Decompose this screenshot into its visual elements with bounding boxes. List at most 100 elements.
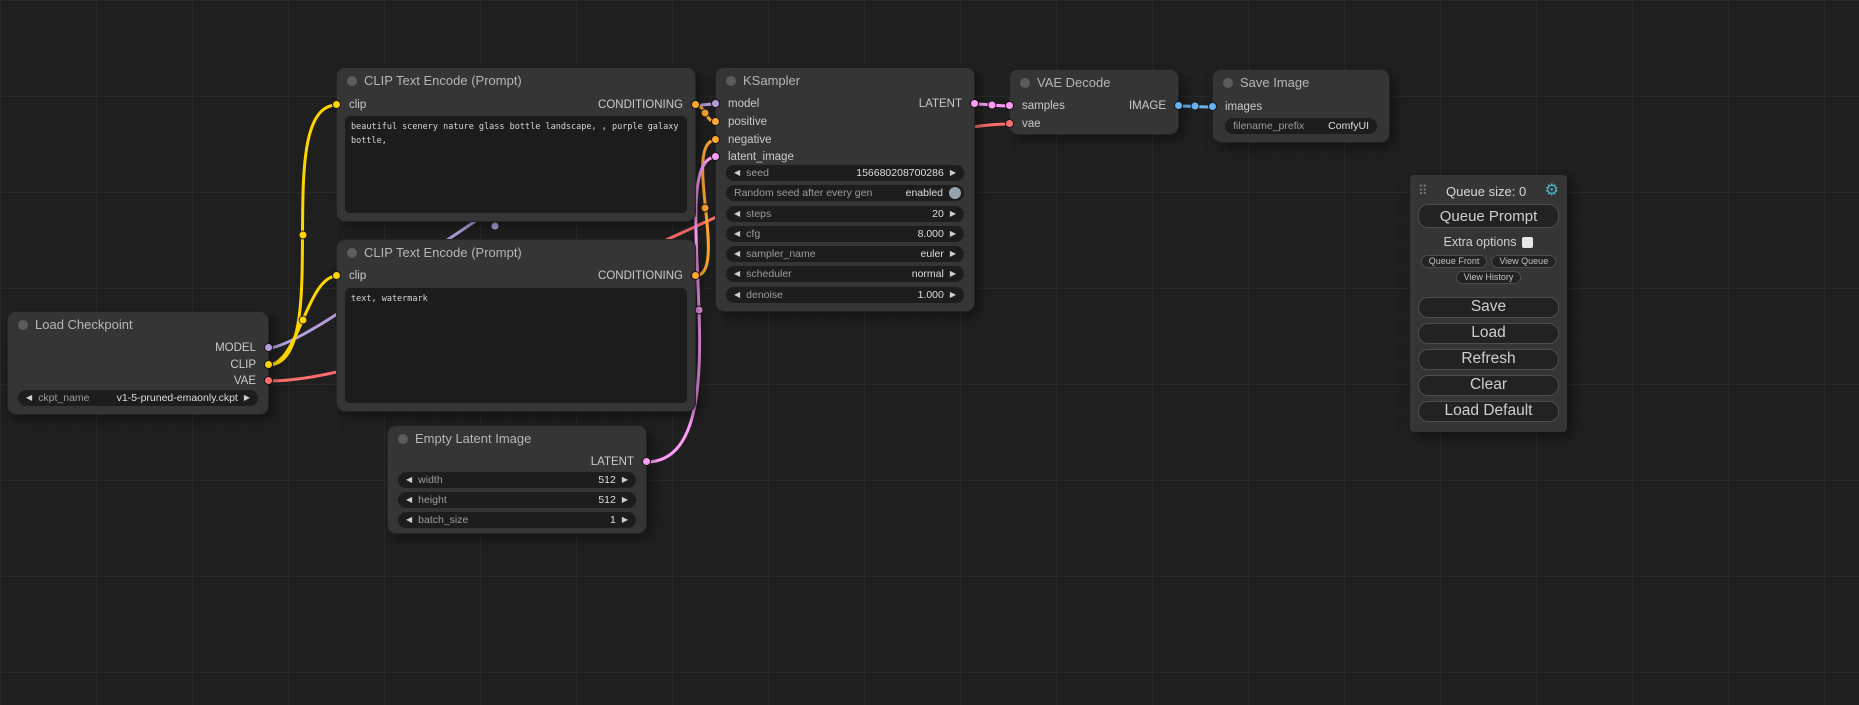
load-default-button[interactable]: Load Default [1418,401,1559,422]
vae-output-pin[interactable] [264,376,273,385]
collapse-dot-icon[interactable] [18,320,28,330]
decrement-arrow-icon[interactable]: ◀ [734,291,740,299]
node-title: Save Image [1240,75,1309,90]
decrement-arrow-icon[interactable]: ◀ [734,210,740,218]
increment-arrow-icon[interactable]: ▶ [950,230,956,238]
collapse-dot-icon[interactable] [1020,78,1030,88]
widget-random-seed-toggle[interactable]: Random seed after every gen enabled [726,185,964,201]
load-button[interactable]: Load [1418,323,1559,344]
widget-sampler-name[interactable]: ◀ sampler_name euler ▶ [726,246,964,262]
widget-height[interactable]: ◀ height 512 ▶ [398,492,636,508]
images-input-pin[interactable] [1208,102,1217,111]
link-midpoint-dot[interactable] [701,204,709,212]
queue-controls-row: Queue Front View Queue [1418,255,1559,268]
decrement-arrow-icon[interactable]: ◀ [734,169,740,177]
collapse-dot-icon[interactable] [347,248,357,258]
widget-batch-size[interactable]: ◀ batch_size 1 ▶ [398,512,636,528]
increment-arrow-icon[interactable]: ▶ [622,516,628,524]
negative-input-pin[interactable] [711,135,720,144]
node-clip-text-encode-negative[interactable]: CLIP Text Encode (Prompt) clip CONDITION… [337,240,695,411]
input-slot-images: images [1213,100,1389,114]
model-output-pin[interactable] [264,343,273,352]
collapse-dot-icon[interactable] [1223,78,1233,88]
increment-arrow-icon[interactable]: ▶ [950,270,956,278]
widget-value: 8.000 [918,228,944,240]
node-header[interactable]: Empty Latent Image [388,426,646,451]
node-clip-text-encode-positive[interactable]: CLIP Text Encode (Prompt) clip CONDITION… [337,68,695,221]
collapse-dot-icon[interactable] [398,434,408,444]
node-header[interactable]: Save Image [1213,70,1389,95]
increment-arrow-icon[interactable]: ▶ [950,250,956,258]
node-load-checkpoint[interactable]: Load Checkpoint MODEL CLIP VAE ◀ ckpt_na… [8,312,268,414]
image-output-pin[interactable] [1174,101,1183,110]
node-vae-decode[interactable]: VAE Decode samples IMAGE vae [1010,70,1178,134]
latent-output-pin[interactable] [642,457,651,466]
widget-cfg[interactable]: ◀ cfg 8.000 ▶ [726,226,964,242]
link-midpoint-dot[interactable] [1191,102,1199,110]
save-button[interactable]: Save [1418,297,1559,318]
increment-arrow-icon[interactable]: ▶ [622,496,628,504]
decrement-arrow-icon[interactable]: ◀ [734,230,740,238]
decrement-arrow-icon[interactable]: ◀ [734,250,740,258]
collapse-dot-icon[interactable] [347,76,357,86]
widget-ckpt-name[interactable]: ◀ ckpt_name v1-5-pruned-emaonly.ckpt ▶ [18,390,258,406]
node-header[interactable]: CLIP Text Encode (Prompt) [337,68,695,93]
decrement-arrow-icon[interactable]: ◀ [406,496,412,504]
settings-gear-icon[interactable]: ⚙ [1545,183,1559,199]
node-header[interactable]: KSampler [716,68,974,93]
increment-arrow-icon[interactable]: ▶ [950,210,956,218]
view-history-button[interactable]: View History [1456,271,1522,284]
decrement-arrow-icon[interactable]: ◀ [406,476,412,484]
node-header[interactable]: CLIP Text Encode (Prompt) [337,240,695,265]
link-midpoint-dot[interactable] [695,306,703,314]
vae-input-pin[interactable] [1005,119,1014,128]
extra-options-checkbox[interactable] [1522,237,1533,248]
decrement-arrow-icon[interactable]: ◀ [734,270,740,278]
link-midpoint-dot[interactable] [701,109,709,117]
view-queue-button[interactable]: View Queue [1491,255,1556,268]
widget-value: euler [920,248,943,260]
link-midpoint-dot[interactable] [299,316,307,324]
slot-label: LATENT [591,456,634,468]
link-midpoint-dot[interactable] [988,101,996,109]
conditioning-output-pin[interactable] [691,271,700,280]
latent-image-input-pin[interactable] [711,152,720,161]
node-header[interactable]: Load Checkpoint [8,312,268,337]
widget-filename-prefix[interactable]: filename_prefix ComfyUI [1225,118,1377,134]
clear-button[interactable]: Clear [1418,375,1559,396]
queue-front-button[interactable]: Queue Front [1421,255,1488,268]
toggle-knob-icon[interactable] [949,187,961,199]
widget-width[interactable]: ◀ width 512 ▶ [398,472,636,488]
collapse-dot-icon[interactable] [726,76,736,86]
decrement-arrow-icon[interactable]: ◀ [406,516,412,524]
widget-label: denoise [746,289,911,301]
widget-steps[interactable]: ◀ steps 20 ▶ [726,206,964,222]
positive-input-pin[interactable] [711,117,720,126]
decrement-arrow-icon[interactable]: ◀ [26,394,32,402]
graph-canvas[interactable]: Load Checkpoint MODEL CLIP VAE ◀ ckpt_na… [0,0,1859,705]
increment-arrow-icon[interactable]: ▶ [950,169,956,177]
link-midpoint-dot[interactable] [491,222,499,230]
link-midpoint-dot[interactable] [299,231,307,239]
input-slot-vae: vae [1010,117,1178,131]
clip-output-pin[interactable] [264,360,273,369]
prompt-textarea[interactable]: beautiful scenery nature glass bottle la… [345,116,687,213]
widget-value: 512 [598,474,616,486]
widget-scheduler[interactable]: ◀ scheduler normal ▶ [726,266,964,282]
node-title: KSampler [743,73,800,88]
conditioning-output-pin[interactable] [691,100,700,109]
node-ksampler[interactable]: KSampler model LATENT positive negative … [716,68,974,311]
node-empty-latent-image[interactable]: Empty Latent Image LATENT ◀ width 512 ▶ … [388,426,646,533]
drag-handle-icon[interactable]: ⠿ [1418,183,1428,199]
increment-arrow-icon[interactable]: ▶ [244,394,250,402]
prompt-textarea[interactable]: text, watermark [345,288,687,403]
latent-output-pin[interactable] [970,99,979,108]
refresh-button[interactable]: Refresh [1418,349,1559,370]
widget-seed[interactable]: ◀ seed 156680208700286 ▶ [726,165,964,181]
increment-arrow-icon[interactable]: ▶ [622,476,628,484]
increment-arrow-icon[interactable]: ▶ [950,291,956,299]
node-header[interactable]: VAE Decode [1010,70,1178,95]
widget-denoise[interactable]: ◀ denoise 1.000 ▶ [726,287,964,303]
node-save-image[interactable]: Save Image images filename_prefix ComfyU… [1213,70,1389,142]
queue-prompt-button[interactable]: Queue Prompt [1418,204,1559,228]
